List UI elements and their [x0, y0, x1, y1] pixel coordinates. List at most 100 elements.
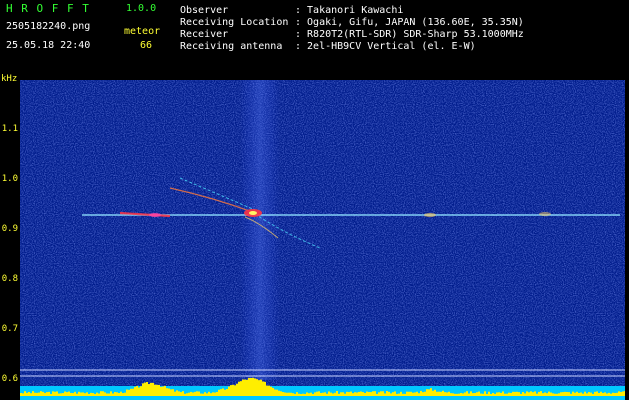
spectrum-bar — [552, 393, 554, 396]
spectrum-bar — [166, 388, 168, 396]
info-label-receiver: Receiver — [180, 29, 229, 40]
spectrum-bar — [188, 392, 190, 396]
spectrum-bar — [274, 389, 276, 396]
spectrum-bar — [24, 391, 26, 396]
spectrum-bar — [104, 392, 106, 396]
spectrum-bar — [32, 391, 34, 396]
spectrum-bar — [294, 393, 296, 396]
spectrum-bar — [298, 393, 300, 396]
spectrum-bar — [62, 393, 64, 396]
spectrum-bar — [80, 392, 82, 396]
spectrum-bar — [594, 391, 596, 396]
spectrum-bar — [168, 388, 170, 396]
spectrum-bar — [408, 391, 410, 396]
spectrum-bar — [522, 392, 524, 396]
spectrum-bar — [96, 392, 98, 396]
spectrum-bar — [38, 392, 40, 396]
spectrum-bar — [244, 379, 246, 396]
spectrum-bar — [582, 393, 584, 396]
spectrum-bar — [278, 390, 280, 396]
spectrum-bar — [608, 392, 610, 396]
spectrum-bar — [592, 393, 594, 396]
spectrum-bar — [120, 391, 122, 396]
y-tick-label: 0.6 — [1, 374, 18, 384]
spectrum-bar — [532, 392, 534, 396]
spectrum-bar — [324, 392, 326, 396]
spectrum-bar — [486, 393, 488, 396]
spectrum-bar — [116, 392, 118, 396]
spectrum-bar — [614, 392, 616, 396]
spectrum-bar — [440, 391, 442, 396]
spectrum-bar — [100, 391, 102, 396]
spectrum-bar — [564, 391, 566, 396]
spectrum-bar — [252, 377, 254, 396]
spectrum-bar — [376, 393, 378, 396]
spectrum-bar — [320, 392, 322, 396]
spectrum-bar — [622, 391, 624, 396]
spectrum-bar — [574, 392, 576, 396]
spectrum-bar — [466, 391, 468, 396]
spectrogram-graphic — [20, 80, 625, 400]
spectrum-bar — [30, 393, 32, 396]
spectrum-bar — [284, 392, 286, 396]
spectrum-bar — [138, 387, 140, 396]
spectrum-bar — [402, 393, 404, 396]
spectrum-bar — [70, 392, 72, 396]
info-label-observer: Observer — [180, 5, 229, 16]
spectrum-bar — [528, 392, 530, 396]
spectrum-bar — [36, 392, 38, 396]
spectrum-bar — [108, 393, 110, 396]
meteor-count: 66 — [140, 40, 153, 51]
spectrum-bar — [154, 384, 156, 396]
spectrum-bar — [332, 393, 334, 396]
spectrum-bar — [260, 379, 262, 396]
spectrum-bar — [50, 393, 52, 396]
y-tick-label: 0.9 — [1, 224, 18, 234]
spectrum-bar — [354, 392, 356, 396]
spectrum-bar — [314, 392, 316, 396]
spectrum-bar — [406, 391, 408, 396]
spectrum-bar — [224, 389, 226, 396]
spectrum-bar — [362, 392, 364, 396]
spectrum-bar — [436, 391, 438, 396]
spectrum-bar — [234, 385, 236, 396]
spectrum-bar — [182, 391, 184, 396]
spectrum-bar — [548, 391, 550, 396]
spectrum-bar — [620, 391, 622, 396]
spectrum-bar — [270, 386, 272, 396]
echo-hotspot — [539, 212, 551, 216]
spectrum-bar — [338, 393, 340, 396]
spectrum-bar — [370, 392, 372, 396]
spectrum-bar — [368, 392, 370, 396]
spectrum-bar — [618, 391, 620, 396]
spectrum-bar — [282, 392, 284, 396]
spectrum-bar — [624, 391, 625, 396]
spectrogram-window: H R O F F T 1.0.0 2505182240.png meteor … — [0, 0, 629, 400]
spectrum-bar — [336, 391, 338, 396]
spectrum-bar — [194, 391, 196, 396]
spectrum-bar — [464, 392, 466, 396]
spectrum-bar — [550, 392, 552, 396]
spectrum-bar — [502, 391, 504, 396]
spectrum-bar — [132, 388, 134, 396]
spectrum-bar — [496, 392, 498, 396]
spectrum-bar — [66, 392, 68, 396]
spectrum-bar — [290, 392, 292, 396]
spectrum-bar — [212, 392, 214, 396]
spectrum-bar — [538, 391, 540, 396]
spectrum-bar — [262, 381, 264, 396]
spectrum-bar — [204, 392, 206, 396]
spectrum-bar — [326, 393, 328, 396]
spectrum-bar — [190, 391, 192, 396]
spectrum-bar — [146, 381, 148, 396]
spectrum-bar — [302, 393, 304, 396]
spectrum-bar — [386, 391, 388, 396]
spectrum-bar — [124, 392, 126, 396]
spectrum-bar — [388, 391, 390, 396]
spectrum-bar — [76, 393, 78, 396]
spectrum-bar — [86, 392, 88, 396]
spectrum-bar — [374, 391, 376, 396]
spectrum-bar — [416, 391, 418, 396]
spectrum-bar — [488, 391, 490, 396]
spectrum-bar — [214, 392, 216, 396]
